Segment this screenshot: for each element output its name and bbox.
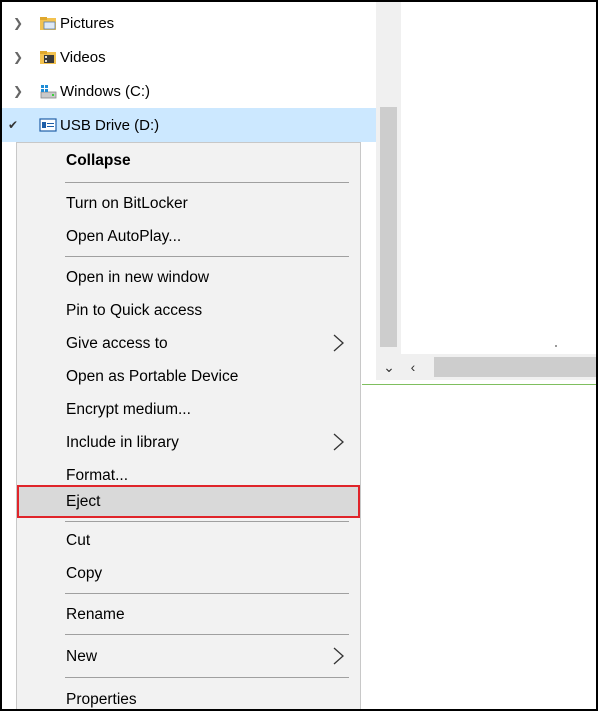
menu-item-label: Open AutoPlay... — [66, 227, 182, 245]
menu-item-label: Pin to Quick access — [66, 301, 203, 319]
horizontal-scroll-thumb[interactable] — [434, 357, 596, 377]
menu-item-cut[interactable]: Cut — [18, 524, 359, 557]
explorer-window: ❯ Pictures ❯ Videos ❯ Windows (C:) ✔ USB… — [0, 0, 598, 711]
chevron-right-icon[interactable]: ❯ — [11, 84, 25, 98]
navigation-pane: ❯ Pictures ❯ Videos ❯ Windows (C:) ✔ USB… — [2, 2, 376, 144]
pane-divider — [362, 384, 596, 385]
scroll-down-arrow-icon[interactable]: ⌄ — [378, 354, 400, 380]
menu-separator — [65, 521, 349, 522]
menu-item-turn-on-bitlocker[interactable]: Turn on BitLocker — [18, 187, 359, 220]
menu-item-copy[interactable]: Copy — [18, 557, 359, 590]
tree-item-label: USB Drive (D:) — [60, 116, 160, 134]
menu-item-label: New — [66, 647, 98, 665]
pictures-folder-icon — [40, 17, 56, 30]
menu-item-eject[interactable]: Eject — [17, 485, 360, 518]
tree-item-usb-drive-d[interactable]: ✔ USB Drive (D:) — [2, 108, 376, 142]
menu-item-label: Include in library — [66, 433, 179, 451]
menu-item-label: Turn on BitLocker — [66, 194, 188, 212]
tree-item-windows-c[interactable]: ❯ Windows (C:) — [2, 74, 376, 108]
menu-item-label: Properties — [66, 690, 137, 708]
menu-item-label: Rename — [66, 605, 125, 623]
menu-item-label: Encrypt medium... — [66, 400, 191, 418]
menu-item-pin-to-quick-access[interactable]: Pin to Quick access — [18, 294, 359, 327]
menu-item-label: Open in new window — [66, 268, 210, 286]
menu-item-label: Format... — [66, 466, 129, 484]
menu-item-open-as-portable-device[interactable]: Open as Portable Device — [18, 360, 359, 393]
resize-dot — [555, 345, 557, 347]
context-menu: Collapse Turn on BitLocker Open AutoPlay… — [16, 142, 361, 709]
submenu-arrow-icon — [333, 334, 344, 352]
menu-item-label: Cut — [66, 531, 91, 549]
submenu-arrow-icon — [333, 433, 344, 451]
tree-item-pictures[interactable]: ❯ Pictures — [2, 6, 376, 40]
menu-separator — [65, 634, 349, 635]
menu-item-label: Give access to — [66, 334, 168, 352]
scroll-left-arrow-icon[interactable]: ‹ — [402, 354, 424, 380]
windows-drive-icon — [40, 85, 57, 99]
tree-item-label: Windows (C:) — [60, 82, 151, 100]
menu-item-open-autoplay[interactable]: Open AutoPlay... — [18, 220, 359, 253]
menu-item-collapse[interactable]: Collapse — [18, 144, 359, 177]
menu-item-label: Collapse — [66, 151, 131, 169]
menu-item-include-in-library[interactable]: Include in library — [18, 426, 359, 459]
menu-separator — [65, 182, 349, 183]
tree-item-videos[interactable]: ❯ Videos — [2, 40, 376, 74]
videos-folder-icon — [40, 51, 56, 64]
menu-item-give-access-to[interactable]: Give access to — [18, 327, 359, 360]
chevron-down-icon[interactable]: ✔ — [6, 118, 20, 132]
submenu-arrow-icon — [333, 647, 344, 665]
chevron-right-icon[interactable]: ❯ — [11, 16, 25, 30]
usb-drive-icon — [39, 118, 57, 132]
menu-item-rename[interactable]: Rename — [18, 598, 359, 631]
menu-item-new[interactable]: New — [18, 640, 359, 673]
menu-item-label: Eject — [66, 492, 101, 510]
tree-item-label: Pictures — [60, 14, 115, 32]
menu-item-open-in-new-window[interactable]: Open in new window — [18, 261, 359, 294]
menu-item-properties[interactable]: Properties — [18, 683, 359, 709]
menu-separator — [65, 677, 349, 678]
menu-item-encrypt-medium[interactable]: Encrypt medium... — [18, 393, 359, 426]
menu-item-label: Copy — [66, 564, 103, 582]
chevron-right-icon[interactable]: ❯ — [11, 50, 25, 64]
menu-item-label: Open as Portable Device — [66, 367, 239, 385]
menu-separator — [65, 593, 349, 594]
vertical-scroll-thumb[interactable] — [380, 107, 397, 347]
menu-separator — [65, 256, 349, 257]
tree-item-label: Videos — [60, 48, 106, 66]
